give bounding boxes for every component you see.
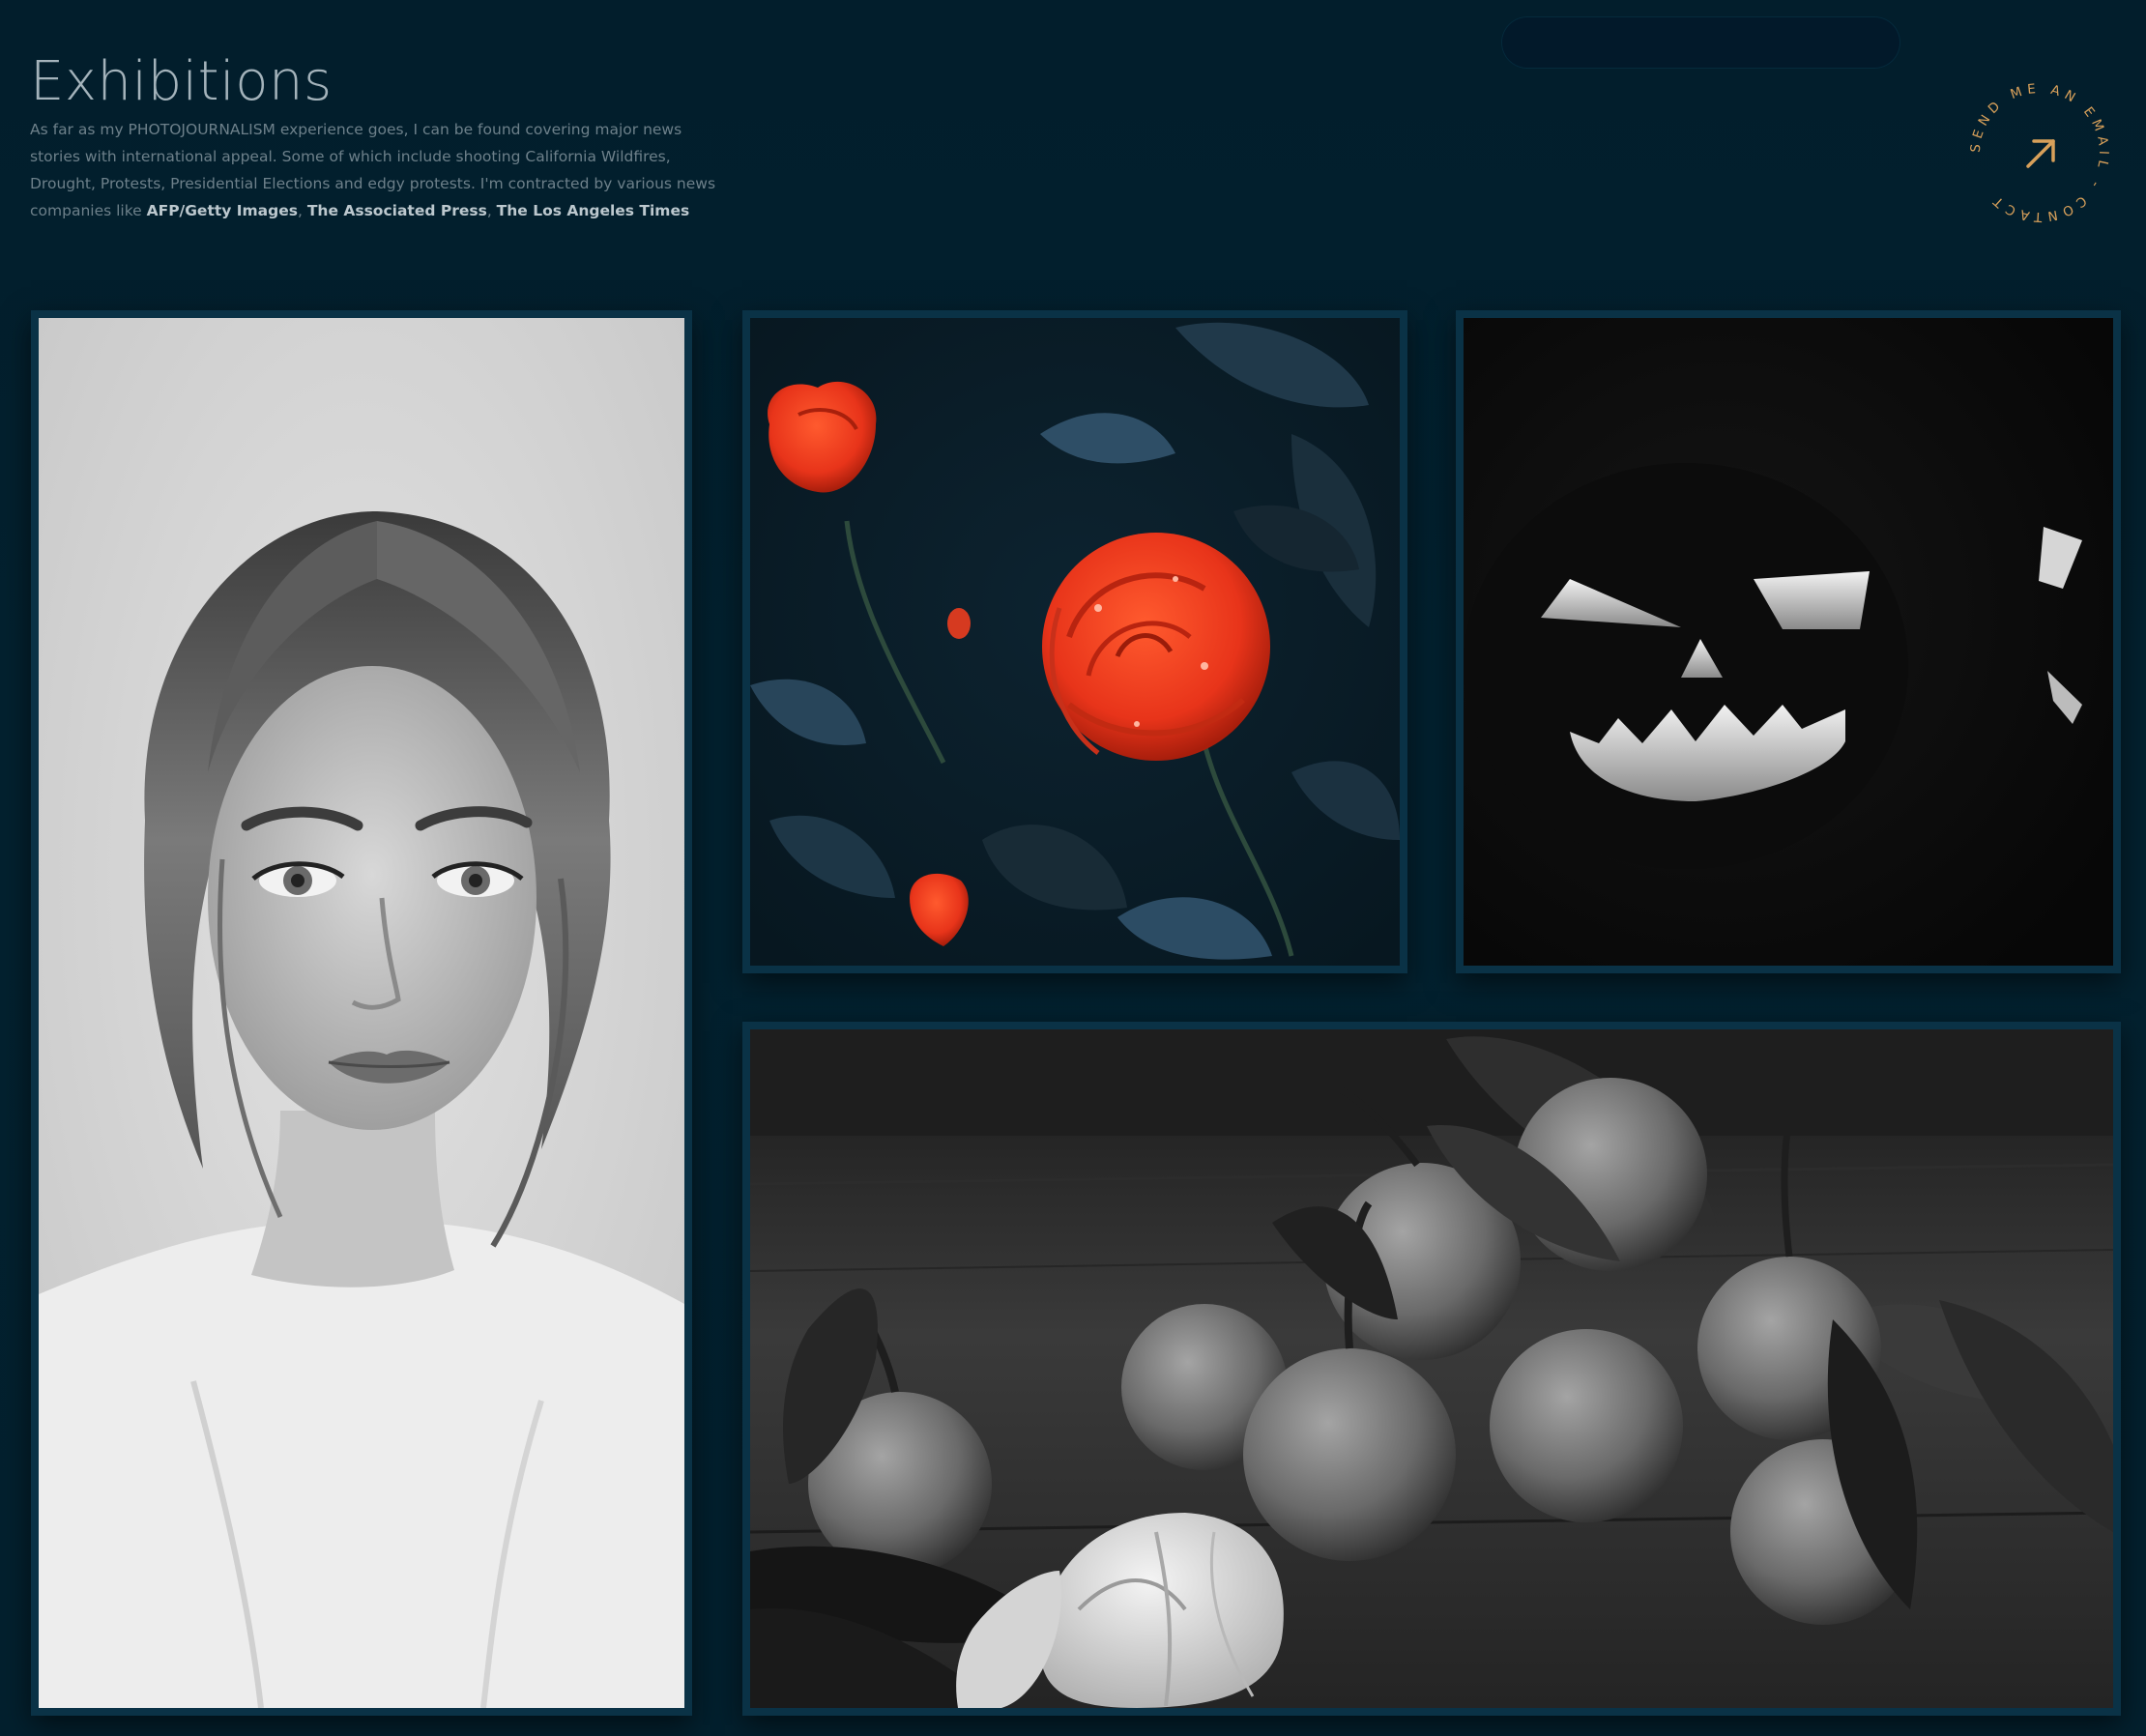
client-separator: , — [486, 201, 497, 219]
client-associated-press: The Associated Press — [306, 201, 487, 219]
portrait-photo[interactable] — [31, 310, 692, 1716]
client-la-times: The Los Angeles Times — [496, 201, 690, 219]
tangerine-photo[interactable] — [742, 1022, 2121, 1716]
rose-photo[interactable] — [742, 310, 1407, 973]
contact-email-badge[interactable]: SEND ME AN EMAIL - CONTACT — [1962, 75, 2117, 230]
intro-paragraph: As far as my PHOTOJOURNALISM experience … — [30, 116, 726, 224]
exhibitions-page: Exhibitions As far as my PHOTOJOURNALISM… — [0, 0, 2146, 1736]
client-separator: , — [297, 201, 307, 219]
page-title: Exhibitions — [30, 49, 333, 113]
arrow-up-right-icon — [2026, 139, 2055, 168]
client-afp-getty: AFP/Getty Images — [146, 201, 298, 219]
search-pill[interactable] — [1501, 16, 1900, 69]
pumpkin-photo[interactable] — [1456, 310, 2121, 973]
